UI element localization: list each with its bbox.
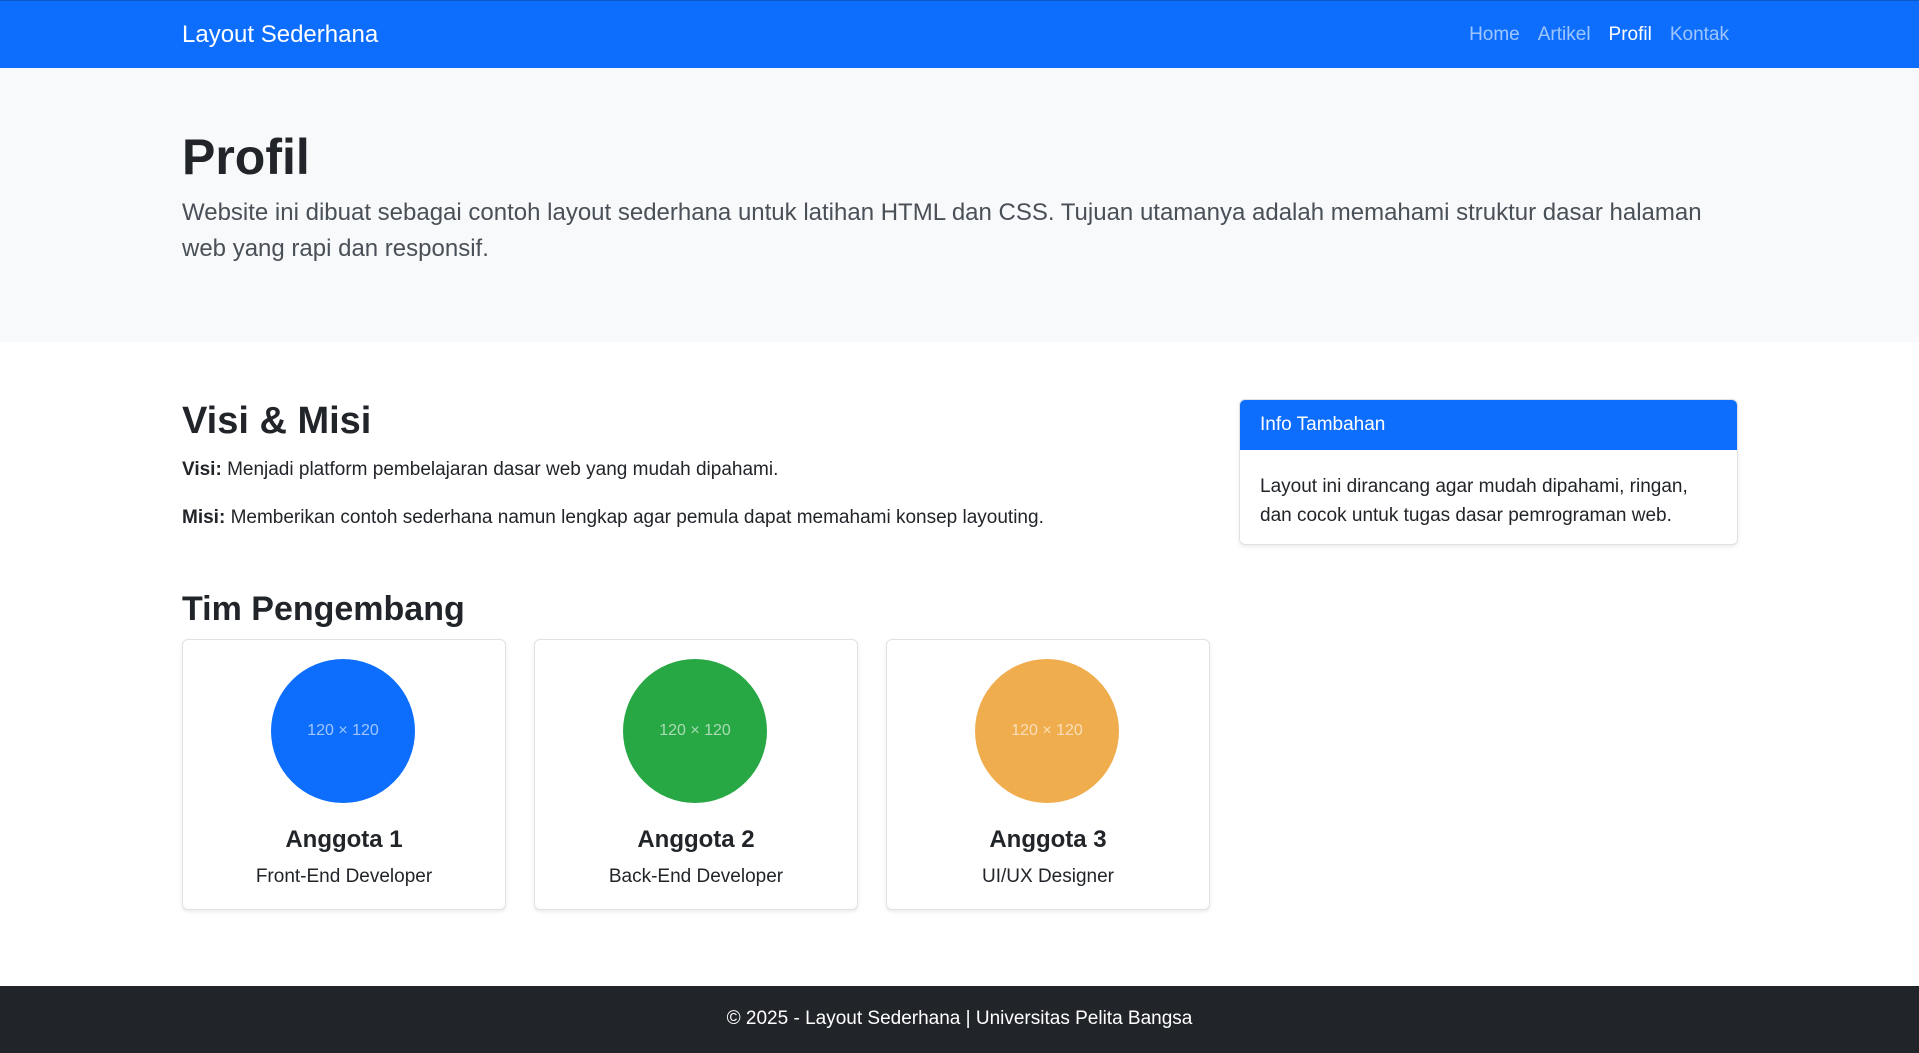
info-card-body: Layout ini dirancang agar mudah dipahami…: [1260, 476, 1688, 526]
misi-text: Memberikan contoh sederhana namun lengka…: [230, 507, 1044, 528]
avatar-placeholder: 120 × 120: [623, 659, 767, 803]
team-member-card: 120 × 120 Anggota 3 UI/UX Designer: [886, 639, 1210, 910]
nav-link-kontak[interactable]: Kontak: [1670, 24, 1729, 46]
team-member-card: 120 × 120 Anggota 1 Front-End Developer: [182, 639, 506, 910]
nav-links: Home Artikel Profil Kontak: [1469, 24, 1729, 46]
info-card-header: Info Tambahan: [1240, 400, 1737, 450]
nav-link-profil[interactable]: Profil: [1609, 24, 1652, 46]
page-title: Profil: [182, 129, 310, 185]
hero-section: Profil Website ini dibuat sebagai contoh…: [0, 68, 1919, 342]
team-member-card: 120 × 120 Anggota 2 Back-End Developer: [534, 639, 858, 910]
visi-text: Menjadi platform pembelajaran dasar web …: [227, 459, 779, 480]
hero-lead: Website ini dibuat sebagai contoh layout…: [182, 199, 1702, 262]
member-role: Back-End Developer: [608, 866, 784, 887]
misi-label: Misi:: [182, 507, 226, 528]
member-name: Anggota 3: [989, 826, 1107, 853]
nav-link-home[interactable]: Home: [1469, 24, 1520, 46]
team-heading: Tim Pengembang: [182, 590, 465, 628]
avatar-placeholder-label: 120 × 120: [659, 722, 731, 739]
member-name: Anggota 2: [637, 826, 755, 853]
navbar: Layout Sederhana Home Artikel Profil Kon…: [0, 0, 1919, 68]
footer: © 2025 - Layout Sederhana | Universitas …: [0, 986, 1919, 1053]
navbar-brand[interactable]: Layout Sederhana: [182, 21, 378, 49]
avatar-placeholder: 120 × 120: [975, 659, 1119, 803]
visi-misi-heading: Visi & Misi: [182, 400, 372, 442]
visi-label: Visi:: [182, 459, 222, 480]
footer-text: © 2025 - Layout Sederhana | Universitas …: [726, 1008, 1193, 1029]
avatar-placeholder: 120 × 120: [271, 659, 415, 803]
visi-paragraph: Visi: Menjadi platform pembelajaran dasa…: [182, 459, 778, 481]
member-role: UI/UX Designer: [982, 866, 1114, 887]
member-name: Anggota 1: [285, 826, 403, 853]
info-card: Info Tambahan Layout ini dirancang agar …: [1239, 399, 1738, 545]
misi-paragraph: Misi: Memberikan contoh sederhana namun …: [182, 507, 1044, 529]
avatar-placeholder-label: 120 × 120: [1011, 722, 1083, 739]
avatar-placeholder-label: 120 × 120: [307, 722, 379, 739]
nav-link-artikel[interactable]: Artikel: [1538, 24, 1591, 46]
member-role: Front-End Developer: [255, 866, 433, 887]
